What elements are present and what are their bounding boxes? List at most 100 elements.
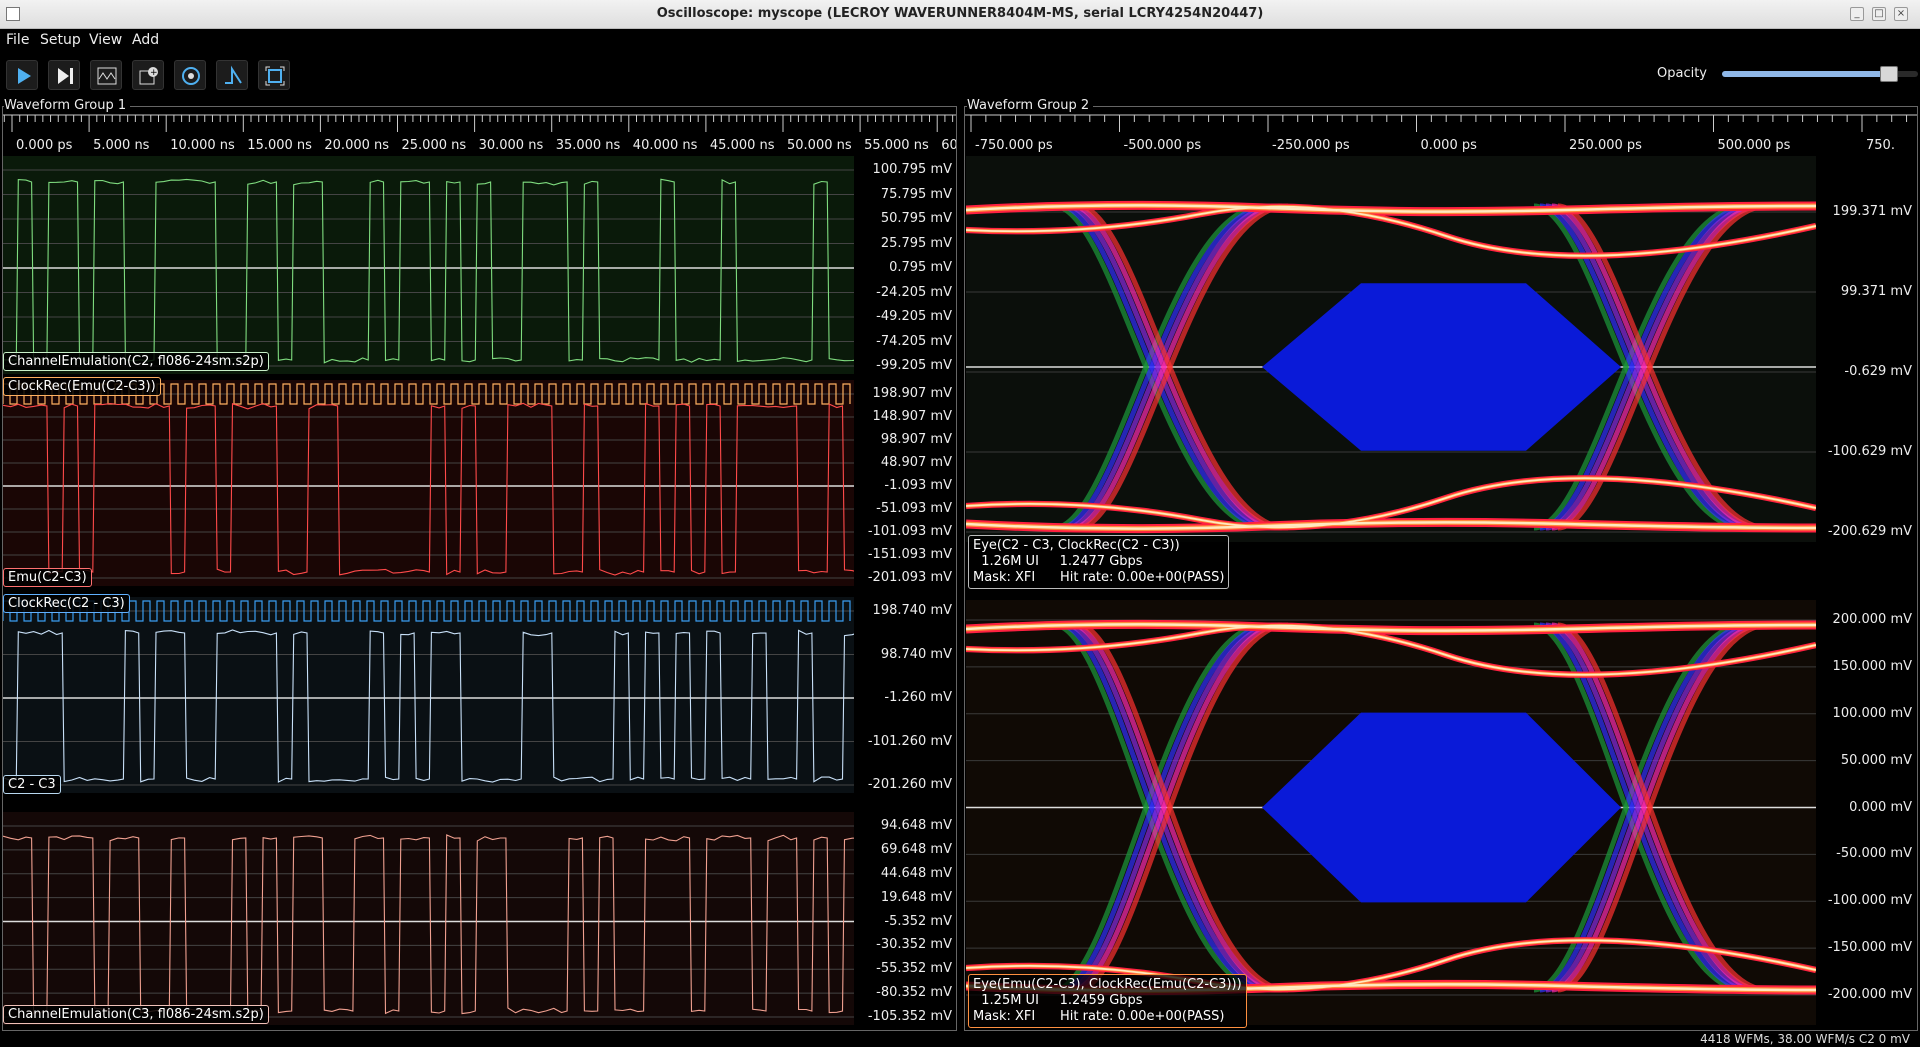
voltage-tick-label: 25.795 mV xyxy=(880,235,952,251)
channel-label[interactable]: Emu(C2-C3) xyxy=(3,568,92,587)
voltage-tick-label: -105.352 mV xyxy=(867,1009,952,1024)
voltage-tick-label: -51.093 mV xyxy=(876,501,952,516)
group-2-time-axis[interactable]: -750.000 ps -500.000 ps -250.000 ps 0.000 p… xyxy=(965,114,1917,154)
voltage-tick-label: 44.648 mV xyxy=(880,865,952,881)
voltage-tick-label: 94.648 mV xyxy=(880,818,952,833)
voltage-tick-label: -24.205 mV xyxy=(876,284,952,300)
settings-icon[interactable] xyxy=(174,60,206,90)
time-tick-label: 15.000 ns xyxy=(247,138,312,153)
eye-info-line: Eye(C2 - C3, ClockRec(C2 - C3)) xyxy=(973,538,1180,553)
menu-view[interactable]: View xyxy=(89,32,122,48)
menu-add[interactable]: Add xyxy=(132,32,159,48)
voltage-tick-label: 69.648 mV xyxy=(880,841,952,857)
time-tick-label: 5.000 ns xyxy=(93,138,150,153)
minimize-icon[interactable]: _ xyxy=(1850,7,1864,21)
time-tick-label: 50.000 ns xyxy=(787,138,852,153)
waveform-panel[interactable] xyxy=(3,380,854,586)
voltage-tick-label: -150.000 mV xyxy=(1827,940,1912,956)
waveform-plot[interactable] xyxy=(3,156,854,374)
maximize-icon[interactable]: □ xyxy=(1872,7,1886,21)
waveform-plot[interactable] xyxy=(3,812,854,1025)
eye-info-line: Eye(Emu(C2-C3), ClockRec(Emu(C2-C3))) xyxy=(973,977,1242,992)
waveform-group-2-title: Waveform Group 2 xyxy=(967,98,1094,113)
eye-info-line: 1.26M UI 1.2477 Gbps xyxy=(973,554,1143,569)
menu-file[interactable]: File xyxy=(6,32,29,48)
time-tick-label: -750.000 ps xyxy=(975,138,1053,153)
menu-setup[interactable]: Setup xyxy=(40,32,81,48)
voltage-tick-label: -5.352 mV xyxy=(884,913,952,929)
time-tick-label: 0.000 ps xyxy=(16,138,73,153)
waveform-trace xyxy=(3,834,854,1015)
opacity-slider[interactable] xyxy=(1722,66,1918,82)
time-tick-label: 500.000 ps xyxy=(1718,138,1791,153)
eye-diagram-plot[interactable] xyxy=(966,156,1816,542)
eye-diagram-panel[interactable] xyxy=(966,600,1816,1025)
time-tick-label: 30.000 ns xyxy=(479,138,544,153)
eye-diagram-plot[interactable] xyxy=(966,600,1816,1025)
time-tick-label: 60 xyxy=(941,138,956,153)
window-title: Oscilloscope: myscope (LECROY WAVERUNNER… xyxy=(656,6,1264,21)
waveform-icon[interactable] xyxy=(90,60,122,90)
voltage-tick-label: -1.093 mV xyxy=(884,478,952,493)
channel-label[interactable]: C2 - C3 xyxy=(3,775,61,794)
eye-info-box[interactable]: Eye(C2 - C3, ClockRec(C2 - C3)) 1.26M UI… xyxy=(968,535,1230,589)
voltage-tick-label: -49.205 mV xyxy=(876,309,952,324)
eye-info-line: Mask: XFI Hit rate: 0.00e+00(PASS) xyxy=(973,1009,1225,1024)
voltage-tick-label: 48.907 mV xyxy=(880,455,952,470)
voltage-tick-label: 19.648 mV xyxy=(880,889,952,905)
menubar: File Setup View Add xyxy=(0,29,1920,51)
play-icon[interactable] xyxy=(6,60,38,90)
time-tick-label: 40.000 ns xyxy=(633,138,698,153)
voltage-tick-label: -100.629 mV xyxy=(1827,444,1912,459)
waveform-panel[interactable] xyxy=(3,156,854,374)
voltage-tick-label: 75.795 mV xyxy=(880,186,952,202)
voltage-tick-label: -50.000 mV xyxy=(1836,846,1912,862)
eye-mask xyxy=(1262,283,1621,451)
time-tick-label: 55.000 ns xyxy=(864,138,929,153)
add-measure-icon[interactable]: + xyxy=(132,60,164,90)
eye-info-box[interactable]: Eye(Emu(C2-C3), ClockRec(Emu(C2-C3))) 1.… xyxy=(968,974,1247,1028)
channel-label[interactable]: ClockRec(C2 - C3) xyxy=(3,594,130,613)
step-icon[interactable] xyxy=(48,60,80,90)
voltage-tick-label: -0.629 mV xyxy=(1844,364,1912,379)
voltage-tick-label: 199.371 mV xyxy=(1832,204,1912,219)
voltage-tick-label: 150.000 mV xyxy=(1832,658,1912,674)
voltage-tick-label: -201.260 mV xyxy=(867,777,952,792)
time-tick-label: -500.000 ps xyxy=(1124,138,1202,153)
status-bar: 4418 WFMs, 38.00 WFM/s C2 0 mV xyxy=(1700,1032,1910,1046)
channel-label[interactable]: ClockRec(Emu(C2-C3)) xyxy=(3,377,161,396)
group-1-time-axis[interactable]: 0.000 ps 5.000 ns 10.000 ns 15.000 ns 20.000… xyxy=(3,114,956,154)
eye-mask xyxy=(1262,712,1621,903)
waveform-plot[interactable] xyxy=(3,597,854,793)
voltage-tick-label: 100.000 mV xyxy=(1832,705,1912,721)
voltage-tick-label: 148.907 mV xyxy=(872,409,952,424)
voltage-tick-label: -74.205 mV xyxy=(876,333,952,349)
close-icon[interactable]: × xyxy=(1894,7,1908,21)
voltage-tick-label: 50.000 mV xyxy=(1840,752,1912,768)
waveform-plot[interactable] xyxy=(3,380,854,586)
waveform-trace xyxy=(3,402,854,576)
time-tick-label: -250.000 ps xyxy=(1272,138,1350,153)
voltage-tick-label: -99.205 mV xyxy=(876,358,952,373)
waveform-group-1-title: Waveform Group 1 xyxy=(4,98,131,113)
voltage-tick-label: 98.907 mV xyxy=(880,432,952,447)
time-tick-label: 0.000 ps xyxy=(1421,138,1478,153)
waveform-panel[interactable] xyxy=(3,597,854,793)
svg-text:+: + xyxy=(150,68,158,78)
channel-label[interactable]: ChannelEmulation(C2, fl086-24sm.s2p) xyxy=(3,352,269,371)
opacity-slider-fill xyxy=(1722,71,1889,77)
voltage-tick-label: -55.352 mV xyxy=(876,961,952,977)
voltage-tick-label: -201.093 mV xyxy=(867,570,952,585)
fullscreen-icon[interactable] xyxy=(258,60,290,90)
channel-label[interactable]: ChannelEmulation(C3, fl086-24sm.s2p) xyxy=(3,1005,269,1024)
time-tick-label: 250.000 ps xyxy=(1569,138,1642,153)
trigger-icon[interactable] xyxy=(216,60,248,90)
waveform-panel[interactable] xyxy=(3,812,854,1025)
opacity-slider-handle[interactable] xyxy=(1879,66,1898,82)
toolbar: + xyxy=(0,56,1920,92)
eye-diagram-panel[interactable] xyxy=(966,156,1816,542)
voltage-tick-label: -200.629 mV xyxy=(1827,524,1912,539)
voltage-tick-label: 99.371 mV xyxy=(1840,284,1912,299)
time-tick-label: 35.000 ns xyxy=(556,138,621,153)
voltage-tick-label: 200.000 mV xyxy=(1832,612,1912,627)
